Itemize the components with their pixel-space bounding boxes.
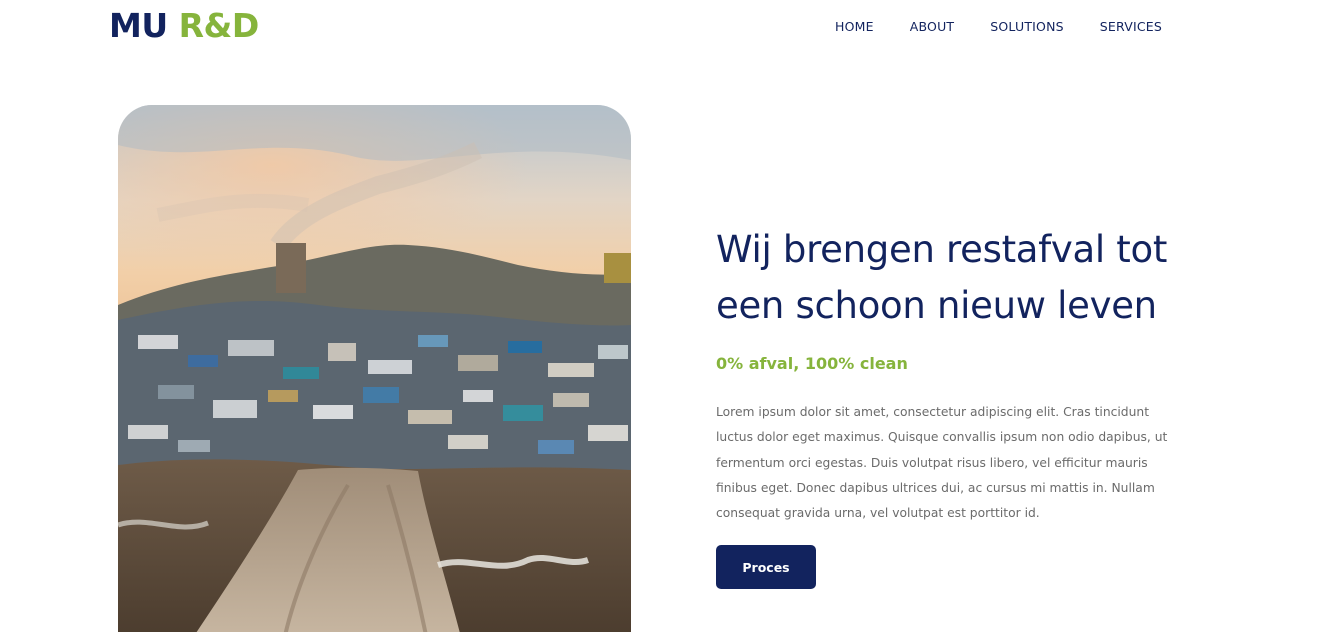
- nav-home[interactable]: HOME: [835, 18, 874, 36]
- proces-button[interactable]: Proces: [716, 545, 816, 590]
- site-header: MU R&D HOME ABOUT SOLUTIONS SERVICES: [0, 0, 1323, 56]
- main-nav: HOME ABOUT SOLUTIONS SERVICES: [835, 18, 1162, 36]
- nav-about[interactable]: ABOUT: [910, 18, 955, 36]
- logo-mu: MU: [109, 6, 168, 45]
- logo[interactable]: MU R&D: [109, 7, 259, 45]
- landfill-photo: [118, 105, 631, 632]
- hero-headline: Wij brengen restafval tot een schoon nie…: [716, 228, 1168, 327]
- nav-services[interactable]: SERVICES: [1100, 18, 1162, 36]
- nav-solutions[interactable]: SOLUTIONS: [990, 18, 1064, 36]
- logo-rd: R&D: [178, 6, 260, 45]
- hero-image: [118, 105, 631, 632]
- hero-body-text: Lorem ipsum dolor sit amet, consectetur …: [716, 405, 1168, 521]
- hero-content: Wij brengen restafval tot een schoon nie…: [716, 222, 1176, 590]
- hero-tagline: 0% afval, 100% clean: [716, 354, 908, 373]
